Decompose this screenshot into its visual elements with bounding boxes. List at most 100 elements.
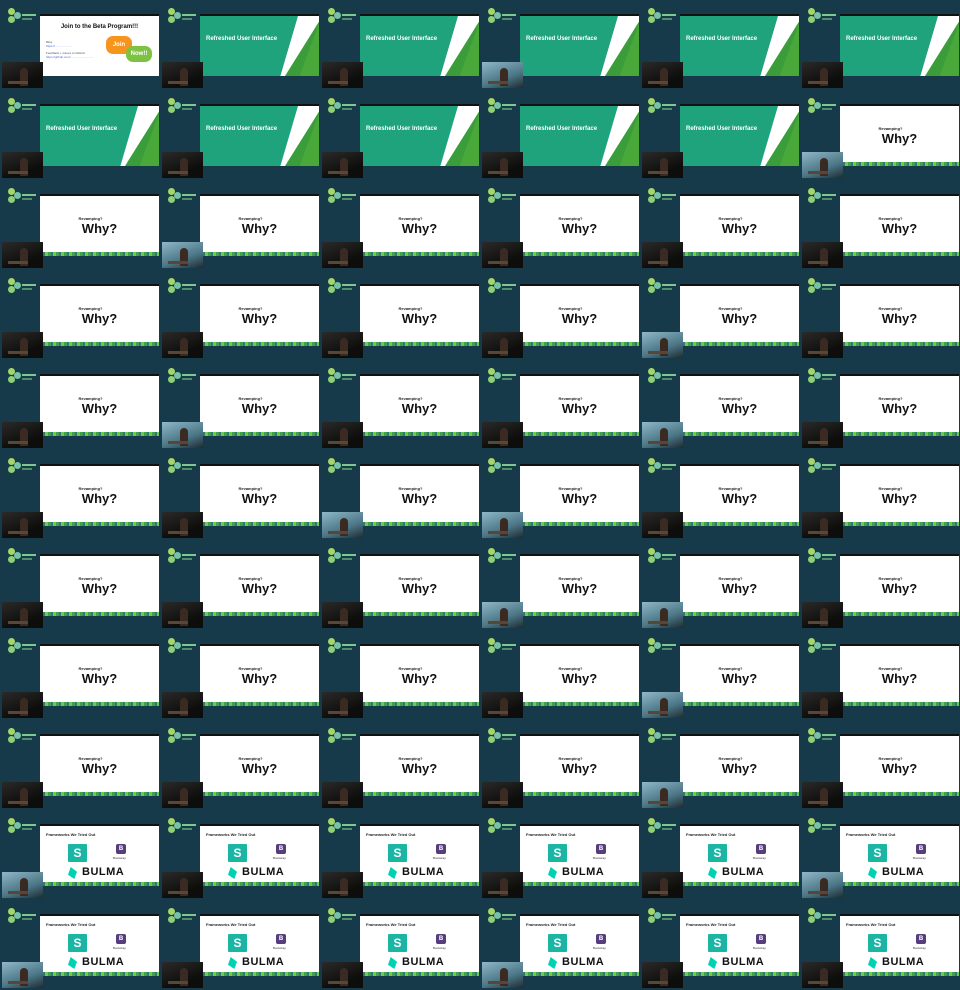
bulma-icon [228, 867, 237, 879]
thumbnail-63[interactable]: Frameworks We Tried Out S B Bootstrap BU… [320, 900, 480, 990]
thumbnail-29[interactable]: Revamping? Why? [640, 360, 800, 450]
thumbnail-43[interactable]: Revamping? Why? [0, 630, 160, 720]
bulma-label: BULMA [82, 866, 125, 878]
slide-why: Revamping? Why? [520, 194, 639, 256]
conference-logo-icon [488, 278, 516, 296]
thumbnail-64[interactable]: Frameworks We Tried Out S B Bootstrap BU… [480, 900, 640, 990]
conference-logo-icon [488, 818, 516, 836]
thumbnail-52[interactable]: Revamping? Why? [480, 720, 640, 810]
slide-title: Why? [401, 581, 438, 596]
thumbnail-55[interactable]: Frameworks We Tried Out S B Bootstrap BU… [0, 810, 160, 900]
speaker-camera [162, 872, 203, 898]
thumbnail-39[interactable]: Revamping? Why? [320, 540, 480, 630]
thumbnail-21[interactable]: Revamping? Why? [320, 270, 480, 360]
thumbnail-62[interactable]: Frameworks We Tried Out S B Bootstrap BU… [160, 900, 320, 990]
thumbnail-26[interactable]: Revamping? Why? [160, 360, 320, 450]
thumbnail-65[interactable]: Frameworks We Tried Out S B Bootstrap BU… [640, 900, 800, 990]
bootstrap-logo: B [916, 934, 926, 944]
thumbnail-60[interactable]: Frameworks We Tried Out S B Bootstrap BU… [800, 810, 960, 900]
podium [328, 171, 348, 174]
thumbnail-8[interactable]: Refreshed User Interface [160, 90, 320, 180]
thumbnail-37[interactable]: Revamping? Why? [0, 540, 160, 630]
thumbnail-10[interactable]: Refreshed User Interface [480, 90, 640, 180]
thumbnail-58[interactable]: Frameworks We Tried Out S B Bootstrap BU… [480, 810, 640, 900]
slide-title: Why? [561, 761, 598, 776]
thumbnail-2[interactable]: Refreshed User Interface [160, 0, 320, 90]
thumbnail-9[interactable]: Refreshed User Interface [320, 90, 480, 180]
podium [488, 171, 508, 174]
slide-title: Why? [561, 311, 598, 326]
thumbnail-33[interactable]: Revamping? Why? [320, 450, 480, 540]
conference-logo-icon [488, 548, 516, 566]
thumbnail-1[interactable]: Join to the Beta Program!!! Blog: https:… [0, 0, 160, 90]
thumbnail-23[interactable]: Revamping? Why? [640, 270, 800, 360]
thumbnail-18[interactable]: Revamping? Why? [800, 180, 960, 270]
thumbnail-13[interactable]: Revamping? Why? [0, 180, 160, 270]
thumbnail-30[interactable]: Revamping? Why? [800, 360, 960, 450]
conference-logo-icon [648, 638, 676, 656]
thumbnail-7[interactable]: Refreshed User Interface [0, 90, 160, 180]
thumbnail-40[interactable]: Revamping? Why? [480, 540, 640, 630]
bulma-icon [228, 957, 237, 969]
thumbnail-42[interactable]: Revamping? Why? [800, 540, 960, 630]
thumbnail-54[interactable]: Revamping? Why? [800, 720, 960, 810]
thumbnail-4[interactable]: Refreshed User Interface [480, 0, 640, 90]
slide-title: Refreshed User Interface [526, 126, 598, 132]
thumbnail-49[interactable]: Revamping? Why? [0, 720, 160, 810]
thumbnail-20[interactable]: Revamping? Why? [160, 270, 320, 360]
thumbnail-66[interactable]: Frameworks We Tried Out S B Bootstrap BU… [800, 900, 960, 990]
thumbnail-15[interactable]: Revamping? Why? [320, 180, 480, 270]
thumbnail-41[interactable]: Revamping? Why? [640, 540, 800, 630]
thumbnail-36[interactable]: Revamping? Why? [800, 450, 960, 540]
slide-frameworks: Frameworks We Tried Out S B Bootstrap BU… [360, 824, 479, 886]
thumbnail-3[interactable]: Refreshed User Interface [320, 0, 480, 90]
conference-logo-icon [808, 548, 836, 566]
thumbnail-12[interactable]: Revamping? Why? [800, 90, 960, 180]
thumbnail-5[interactable]: Refreshed User Interface [640, 0, 800, 90]
grass-border [840, 882, 959, 886]
podium [168, 261, 188, 264]
slide-frameworks: Frameworks We Tried Out S B Bootstrap BU… [200, 914, 319, 976]
thumbnail-46[interactable]: Revamping? Why? [480, 630, 640, 720]
thumbnail-61[interactable]: Frameworks We Tried Out S B Bootstrap BU… [0, 900, 160, 990]
thumbnail-47[interactable]: Revamping? Why? [640, 630, 800, 720]
thumbnail-48[interactable]: Revamping? Why? [800, 630, 960, 720]
thumbnail-57[interactable]: Frameworks We Tried Out S B Bootstrap BU… [320, 810, 480, 900]
thumbnail-22[interactable]: Revamping? Why? [480, 270, 640, 360]
thumbnail-50[interactable]: Revamping? Why? [160, 720, 320, 810]
thumbnail-45[interactable]: Revamping? Why? [320, 630, 480, 720]
thumbnail-56[interactable]: Frameworks We Tried Out S B Bootstrap BU… [160, 810, 320, 900]
conference-logo-icon [488, 98, 516, 116]
speaker-camera [482, 422, 523, 448]
thumbnail-51[interactable]: Revamping? Why? [320, 720, 480, 810]
thumbnail-24[interactable]: Revamping? Why? [800, 270, 960, 360]
grass-border [360, 702, 479, 706]
speaker-camera [162, 62, 203, 88]
thumbnail-16[interactable]: Revamping? Why? [480, 180, 640, 270]
thumbnail-44[interactable]: Revamping? Why? [160, 630, 320, 720]
thumbnail-19[interactable]: Revamping? Why? [0, 270, 160, 360]
slide-title: Refreshed User Interface [366, 126, 438, 132]
thumbnail-34[interactable]: Revamping? Why? [480, 450, 640, 540]
speaker-camera [802, 332, 843, 358]
thumbnail-28[interactable]: Revamping? Why? [480, 360, 640, 450]
speaker-camera [802, 782, 843, 808]
slide-refreshed: Refreshed User Interface [200, 104, 319, 166]
thumbnail-32[interactable]: Revamping? Why? [160, 450, 320, 540]
thumbnail-53[interactable]: Revamping? Why? [640, 720, 800, 810]
bootstrap-logo: B [916, 844, 926, 854]
thumbnail-11[interactable]: Refreshed User Interface [640, 90, 800, 180]
thumbnail-6[interactable]: Refreshed User Interface [800, 0, 960, 90]
thumbnail-31[interactable]: Revamping? Why? [0, 450, 160, 540]
podium [8, 891, 28, 894]
thumbnail-38[interactable]: Revamping? Why? [160, 540, 320, 630]
thumbnail-25[interactable]: Revamping? Why? [0, 360, 160, 450]
thumbnail-14[interactable]: Revamping? Why? [160, 180, 320, 270]
conference-logo-icon [328, 548, 356, 566]
thumbnail-59[interactable]: Frameworks We Tried Out S B Bootstrap BU… [640, 810, 800, 900]
conference-logo-icon [8, 818, 36, 836]
grass-border [40, 342, 159, 346]
thumbnail-35[interactable]: Revamping? Why? [640, 450, 800, 540]
thumbnail-27[interactable]: Revamping? Why? [320, 360, 480, 450]
thumbnail-17[interactable]: Revamping? Why? [640, 180, 800, 270]
